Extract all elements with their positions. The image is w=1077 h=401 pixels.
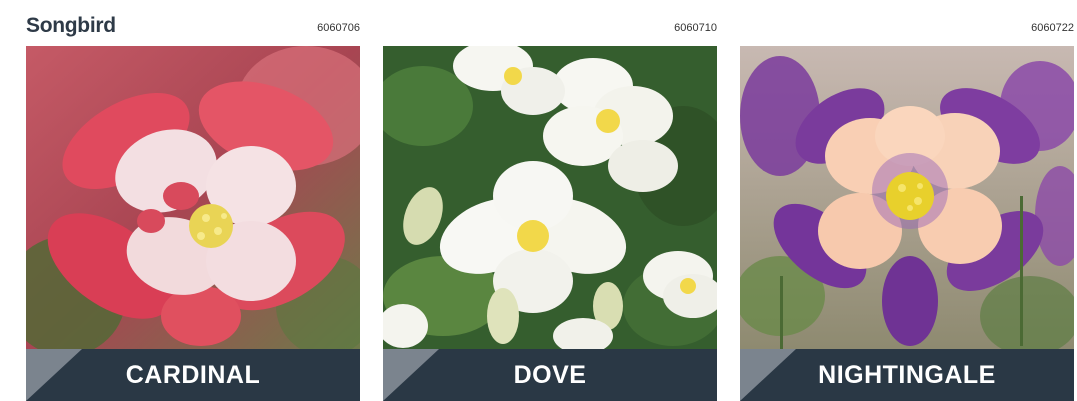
- nightingale-flower-photo: [740, 46, 1074, 349]
- dove-flower-photo: [383, 46, 717, 349]
- series-title: Songbird: [26, 14, 116, 37]
- variety-label-bar: NIGHTINGALE: [740, 349, 1074, 401]
- product-code: 6060706: [317, 22, 360, 34]
- product-sheet: Songbird 6060706 CARDINAL 6060710 DOVE 6…: [0, 0, 1077, 401]
- variety-name: NIGHTINGALE: [818, 361, 996, 389]
- product-card-cardinal[interactable]: Songbird 6060706 CARDINAL: [26, 0, 360, 401]
- variety-name: DOVE: [513, 361, 587, 389]
- product-card-dove[interactable]: 6060710 DOVE: [383, 0, 717, 401]
- variety-name: CARDINAL: [125, 361, 261, 389]
- cardinal-flower-photo: [26, 46, 360, 349]
- product-code: 6060710: [674, 22, 717, 34]
- variety-label-bar: CARDINAL: [26, 349, 360, 401]
- product-code: 6060722: [1031, 22, 1074, 34]
- variety-label-bar: DOVE: [383, 349, 717, 401]
- product-card-nightingale[interactable]: 6060722 NIGHTINGALE: [740, 0, 1074, 401]
